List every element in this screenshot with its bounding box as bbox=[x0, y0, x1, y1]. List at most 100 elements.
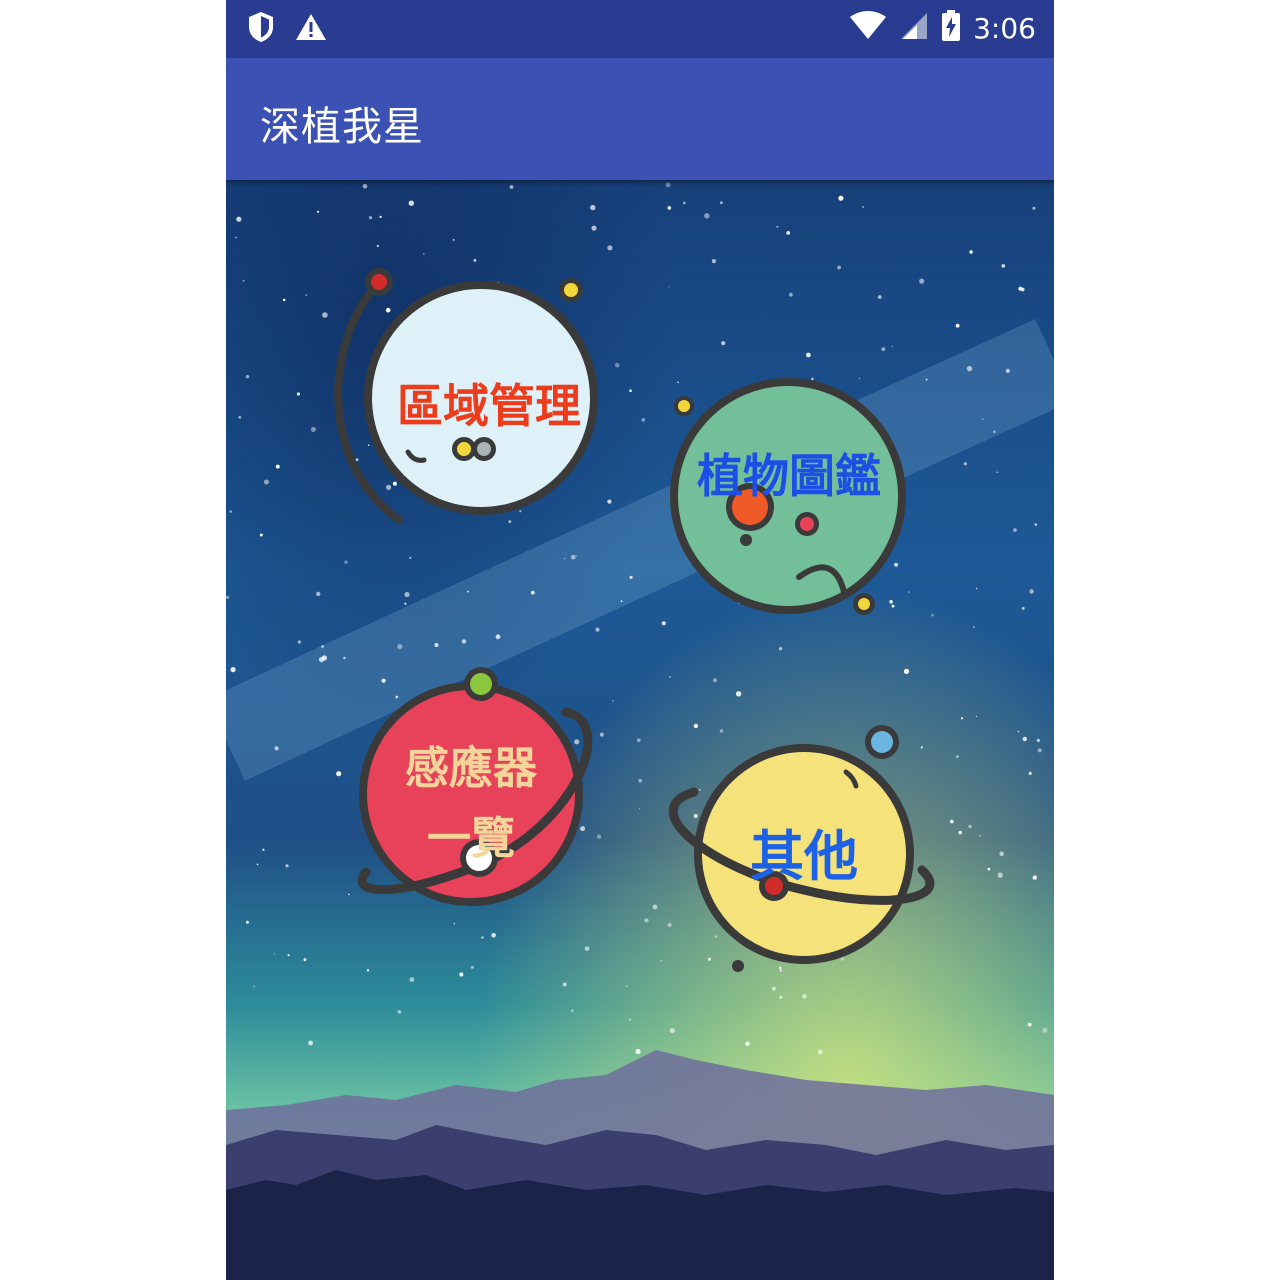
star-speck bbox=[958, 830, 962, 835]
star-speck bbox=[368, 216, 373, 220]
area-management-planet bbox=[334, 268, 598, 524]
star-speck bbox=[1029, 589, 1034, 594]
star-speck bbox=[1017, 730, 1020, 733]
star-speck bbox=[993, 430, 996, 434]
star-speck bbox=[1036, 738, 1040, 743]
star-speck bbox=[639, 808, 641, 810]
star-speck bbox=[607, 245, 613, 251]
status-bar: 3:06 bbox=[226, 0, 1054, 58]
star-speck bbox=[811, 377, 814, 381]
star-speck bbox=[434, 643, 439, 647]
star-speck bbox=[669, 1028, 675, 1034]
star-speck bbox=[397, 1010, 402, 1014]
star-speck bbox=[877, 295, 882, 299]
star-speck bbox=[975, 715, 978, 718]
plant-guide-button[interactable]: 植物圖鑑 bbox=[664, 378, 924, 622]
wifi-icon bbox=[849, 11, 887, 45]
star-speck bbox=[789, 292, 793, 297]
star-speck bbox=[979, 835, 981, 837]
star-speck bbox=[735, 691, 742, 697]
star-speck bbox=[238, 416, 242, 419]
battery-charging-icon bbox=[941, 10, 961, 46]
star-speck bbox=[408, 200, 414, 206]
other-planet bbox=[668, 725, 935, 972]
star-speck bbox=[262, 848, 265, 851]
star-speck bbox=[275, 464, 280, 469]
star-speck bbox=[972, 626, 976, 629]
star-speck bbox=[720, 201, 723, 205]
star-speck bbox=[409, 556, 412, 559]
warning-icon bbox=[294, 12, 328, 46]
star-speck bbox=[1001, 264, 1006, 268]
star-speck bbox=[677, 381, 679, 384]
star-speck bbox=[891, 345, 894, 348]
star-speck bbox=[919, 278, 925, 284]
star-speck bbox=[584, 946, 590, 951]
star-speck bbox=[245, 920, 249, 924]
star-speck bbox=[1022, 736, 1027, 742]
star-speck bbox=[575, 554, 577, 557]
star-speck bbox=[987, 867, 991, 871]
star-speck bbox=[802, 994, 807, 999]
star-speck bbox=[966, 365, 973, 372]
star-speck bbox=[712, 678, 718, 683]
clock: 3:06 bbox=[973, 11, 1036, 45]
star-speck bbox=[230, 667, 236, 673]
star-speck bbox=[629, 575, 633, 579]
star-speck bbox=[968, 824, 972, 829]
star-speck bbox=[362, 183, 368, 189]
star-speck bbox=[409, 977, 415, 982]
star-speck bbox=[1027, 1022, 1032, 1027]
star-speck bbox=[595, 627, 600, 632]
star-speck bbox=[423, 253, 425, 255]
star-speck bbox=[858, 377, 861, 380]
star-speck bbox=[343, 656, 346, 660]
star-speck bbox=[975, 587, 978, 590]
star-speck bbox=[1034, 523, 1037, 526]
star-speck bbox=[296, 392, 300, 396]
star-speck bbox=[1005, 368, 1010, 373]
star-speck bbox=[1032, 875, 1037, 880]
area-management-button[interactable]: 區域管理 bbox=[324, 262, 614, 532]
star-speck bbox=[376, 244, 379, 248]
other-button[interactable]: 其他 bbox=[654, 720, 954, 980]
star-speck bbox=[310, 427, 316, 432]
app-title: 深植我星 bbox=[260, 104, 424, 150]
star-speck bbox=[590, 204, 596, 211]
star-speck bbox=[461, 639, 467, 644]
star-speck bbox=[786, 231, 791, 235]
star-speck bbox=[969, 250, 973, 254]
star-speck bbox=[881, 347, 886, 351]
star-speck bbox=[287, 954, 290, 957]
star-speck bbox=[635, 1048, 641, 1055]
star-speck bbox=[344, 560, 348, 564]
star-speck bbox=[404, 602, 407, 605]
star-speck bbox=[960, 717, 964, 720]
star-speck bbox=[379, 215, 382, 219]
star-speck bbox=[683, 201, 686, 205]
star-speck bbox=[669, 676, 671, 678]
star-speck bbox=[629, 389, 632, 392]
star-speck bbox=[564, 558, 566, 560]
star-speck bbox=[235, 236, 237, 239]
star-speck bbox=[253, 985, 256, 988]
star-speck bbox=[282, 298, 286, 302]
phone-screen: 3:06 深植我星 區域管理 植物圖鑑 感應器 一覽 其他 bbox=[226, 0, 1054, 1280]
star-speck bbox=[999, 851, 1004, 857]
star-speck bbox=[665, 182, 671, 188]
star-speck bbox=[982, 418, 984, 421]
star-speck bbox=[838, 195, 844, 201]
sensor-overview-button[interactable]: 感應器 一覽 bbox=[326, 662, 616, 912]
star-speck bbox=[297, 640, 301, 644]
star-speck bbox=[641, 418, 646, 422]
star-speck bbox=[285, 864, 289, 868]
star-speck bbox=[1013, 528, 1017, 532]
star-speck bbox=[256, 863, 259, 866]
star-speck bbox=[308, 1040, 313, 1046]
star-speck bbox=[1021, 606, 1025, 610]
star-speck bbox=[776, 225, 779, 228]
star-speck bbox=[644, 918, 649, 923]
star-speck bbox=[495, 634, 501, 640]
star-speck bbox=[837, 265, 841, 270]
star-speck bbox=[745, 1041, 750, 1047]
